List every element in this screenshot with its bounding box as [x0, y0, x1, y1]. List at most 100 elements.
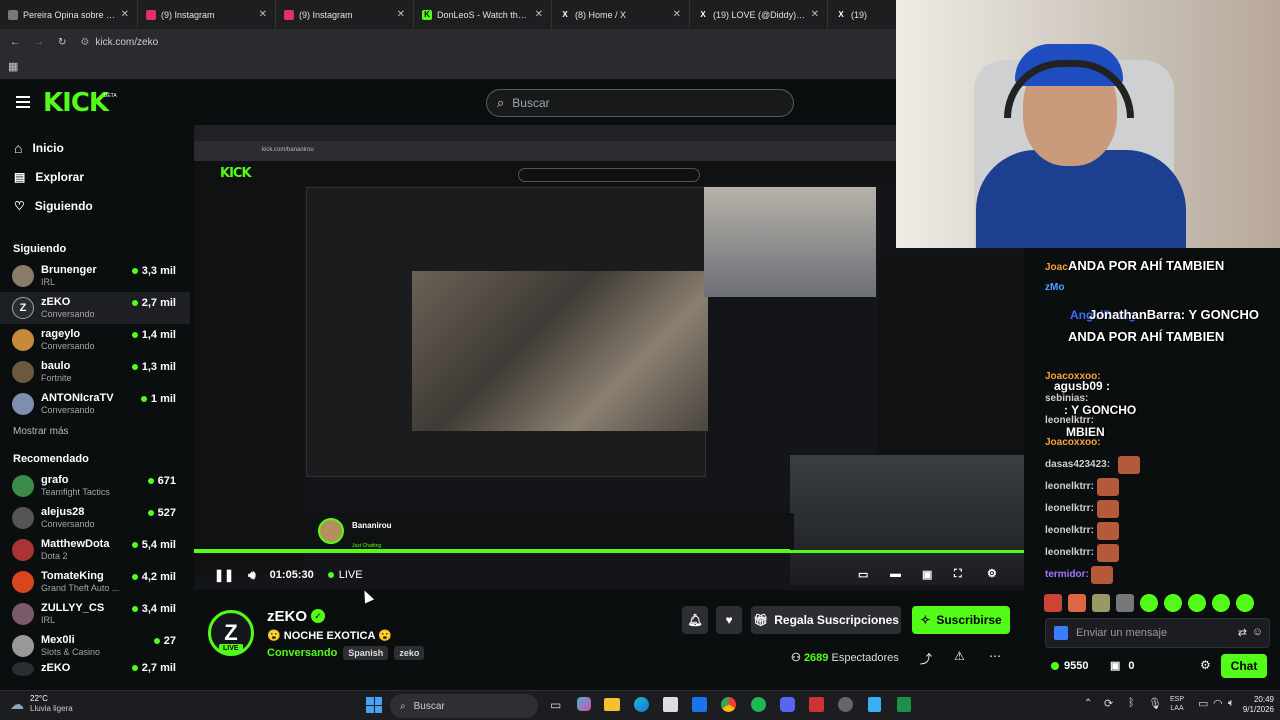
browser-tab[interactable]: X (19) LOVE (@Diddy) / X ✕: [690, 0, 828, 29]
recommended-channel[interactable]: MatthewDota Dota 2 5,4 mil: [0, 534, 190, 566]
sidebar-item-siguiendo[interactable]: ♡ Siguiendo: [0, 191, 190, 220]
recommended-channel[interactable]: TomateKing Grand Theft Auto ... 4,2 mil: [0, 566, 190, 598]
close-icon[interactable]: ✕: [259, 9, 267, 20]
chat-username[interactable]: zMo: [1045, 282, 1064, 293]
emote-button[interactable]: [1044, 594, 1062, 612]
file-explorer-icon[interactable]: [604, 698, 620, 711]
tag-spanish[interactable]: Spanish: [343, 646, 389, 660]
chat-username[interactable]: leonelktrr:: [1045, 547, 1094, 558]
chest-counter[interactable]: ▣ 0: [1110, 659, 1135, 673]
emote-button[interactable]: [1212, 594, 1230, 612]
task-view-icon[interactable]: ▭: [550, 698, 561, 712]
browser-tab[interactable]: (9) Instagram ✕: [138, 0, 276, 29]
chat-username[interactable]: dasas423423:: [1045, 459, 1110, 470]
store-icon[interactable]: [663, 697, 678, 712]
app-icon[interactable]: [809, 697, 824, 712]
settings-gear-icon[interactable]: ⚙: [987, 567, 997, 580]
pause-icon[interactable]: ❚❚: [214, 568, 234, 582]
chat-username[interactable]: Joac: [1045, 262, 1068, 273]
forward-icon[interactable]: →: [34, 37, 44, 48]
microphone-icon[interactable]: 🎙︎: [1148, 697, 1162, 710]
back-icon[interactable]: ←: [10, 37, 20, 48]
browser-tab[interactable]: K DonLeoS - Watch the VO ✕: [414, 0, 552, 29]
following-channel[interactable]: baulo Fortnite 1,3 mil: [0, 356, 190, 388]
edge-icon[interactable]: [634, 697, 649, 712]
emote-button[interactable]: [1068, 594, 1086, 612]
category-link[interactable]: Conversando: [267, 647, 337, 659]
keyboard-language[interactable]: ESP LAA: [1170, 695, 1184, 713]
chat-username[interactable]: leonelktrr:: [1045, 525, 1094, 536]
more-options-icon[interactable]: ⋯: [989, 649, 1001, 663]
following-channel[interactable]: rageylo Conversando 1,4 mil: [0, 324, 190, 356]
reload-icon[interactable]: ↻: [58, 37, 66, 48]
fullscreen-icon[interactable]: ⛶: [954, 568, 962, 581]
browser-tab[interactable]: Pereira Opina sobre Baule✕: [0, 0, 138, 29]
chat-input[interactable]: Enviar un mensaje ⇄ ☺: [1045, 618, 1270, 648]
emote-button[interactable]: [1236, 594, 1254, 612]
chat-username[interactable]: leonelktrr:: [1045, 481, 1094, 492]
subscribe-button[interactable]: ✧ Suscribirse: [912, 606, 1010, 634]
channel-points[interactable]: 9550: [1051, 660, 1088, 672]
chrome-icon[interactable]: [721, 697, 736, 712]
hamburger-menu-icon[interactable]: [16, 96, 30, 108]
emote-button[interactable]: [1164, 594, 1182, 612]
kick-logo[interactable]: KICK: [43, 88, 109, 118]
emote-button[interactable]: [1188, 594, 1206, 612]
wifi-icon[interactable]: ◠: [1213, 697, 1223, 710]
recommended-channel[interactable]: grafo Teamfight Tactics 671: [0, 470, 190, 502]
display-icon[interactable]: ▭: [1198, 697, 1208, 710]
sidebar-item-explorar[interactable]: ▤ Explorar: [0, 162, 190, 191]
spotify-icon[interactable]: [751, 697, 766, 712]
copilot-icon[interactable]: [577, 697, 591, 711]
translate-icon[interactable]: ⇄: [1238, 626, 1247, 639]
recommended-channel[interactable]: alejus28 Conversando 527: [0, 502, 190, 534]
windows-start-icon[interactable]: [366, 697, 382, 713]
theater-icon[interactable]: ▬: [890, 568, 901, 580]
recommended-channel[interactable]: Mex0li Slots & Casino 27: [0, 630, 190, 662]
browser-tab[interactable]: (9) Instagram ✕: [276, 0, 414, 29]
weather-widget[interactable]: ☁ 22°C Lluvia ligera: [10, 694, 73, 714]
volume-icon[interactable]: 🔊︎: [248, 568, 256, 583]
tray-chevron-icon[interactable]: ⌃: [1084, 698, 1092, 709]
following-channel[interactable]: Z zEKO Conversando 2,7 mil: [0, 292, 190, 324]
chat-username[interactable]: termidor:: [1045, 569, 1089, 580]
clock[interactable]: 20:49 9/1/2026: [1232, 695, 1274, 715]
show-more-link[interactable]: Mostrar más: [0, 420, 190, 442]
chat-username[interactable]: leonelktrr:: [1045, 503, 1094, 514]
bluetooth-icon[interactable]: ᛒ: [1128, 697, 1135, 709]
emote-button[interactable]: [1116, 594, 1134, 612]
chat-settings-icon[interactable]: ⚙: [1200, 658, 1211, 672]
recommended-channel[interactable]: zEKO 2,7 mil: [0, 662, 190, 676]
emoji-icon[interactable]: ☺: [1252, 626, 1263, 638]
miniplayer-icon[interactable]: ▣: [922, 568, 932, 581]
browser-tab[interactable]: X (8) Home / X ✕: [552, 0, 690, 29]
recommended-channel[interactable]: ZULLYY_CS IRL 3,4 mil: [0, 598, 190, 630]
emote-button[interactable]: [1092, 594, 1110, 612]
report-icon[interactable]: ⚠: [954, 649, 965, 663]
pip-icon[interactable]: ▭: [858, 568, 868, 581]
search-input[interactable]: ⌕ Buscar: [486, 89, 794, 117]
notepad-icon[interactable]: [868, 697, 881, 712]
close-icon[interactable]: ✕: [397, 9, 405, 20]
site-info-icon[interactable]: ⚙: [80, 37, 89, 48]
follow-heart-button[interactable]: ♥: [716, 606, 742, 634]
outlook-icon[interactable]: [692, 697, 707, 712]
app-icon[interactable]: [838, 697, 853, 712]
sync-icon[interactable]: ⟳: [1104, 697, 1113, 710]
gift-subs-button[interactable]: 🎁︎ Regala Suscripciones: [751, 606, 901, 634]
taskbar-search[interactable]: ⌕ Buscar: [390, 694, 538, 718]
close-icon[interactable]: ✕: [535, 9, 543, 20]
close-icon[interactable]: ✕: [811, 9, 819, 20]
excel-icon[interactable]: [897, 697, 911, 712]
following-channel[interactable]: Brunenger IRL 3,3 mil: [0, 260, 190, 292]
following-channel[interactable]: ANTONIcraTV Conversando 1 mil: [0, 388, 190, 420]
sidebar-item-inicio[interactable]: ⌂ Inicio: [0, 133, 190, 162]
share-icon[interactable]: ⤴: [920, 650, 932, 667]
channel-name[interactable]: zEKO: [267, 608, 307, 625]
apps-grid-icon[interactable]: ▦: [8, 60, 18, 73]
emote-button[interactable]: [1140, 594, 1158, 612]
progress-bar[interactable]: [194, 550, 1024, 553]
close-icon[interactable]: ✕: [121, 9, 129, 20]
discord-icon[interactable]: [780, 697, 795, 712]
close-icon[interactable]: ✕: [673, 9, 681, 20]
